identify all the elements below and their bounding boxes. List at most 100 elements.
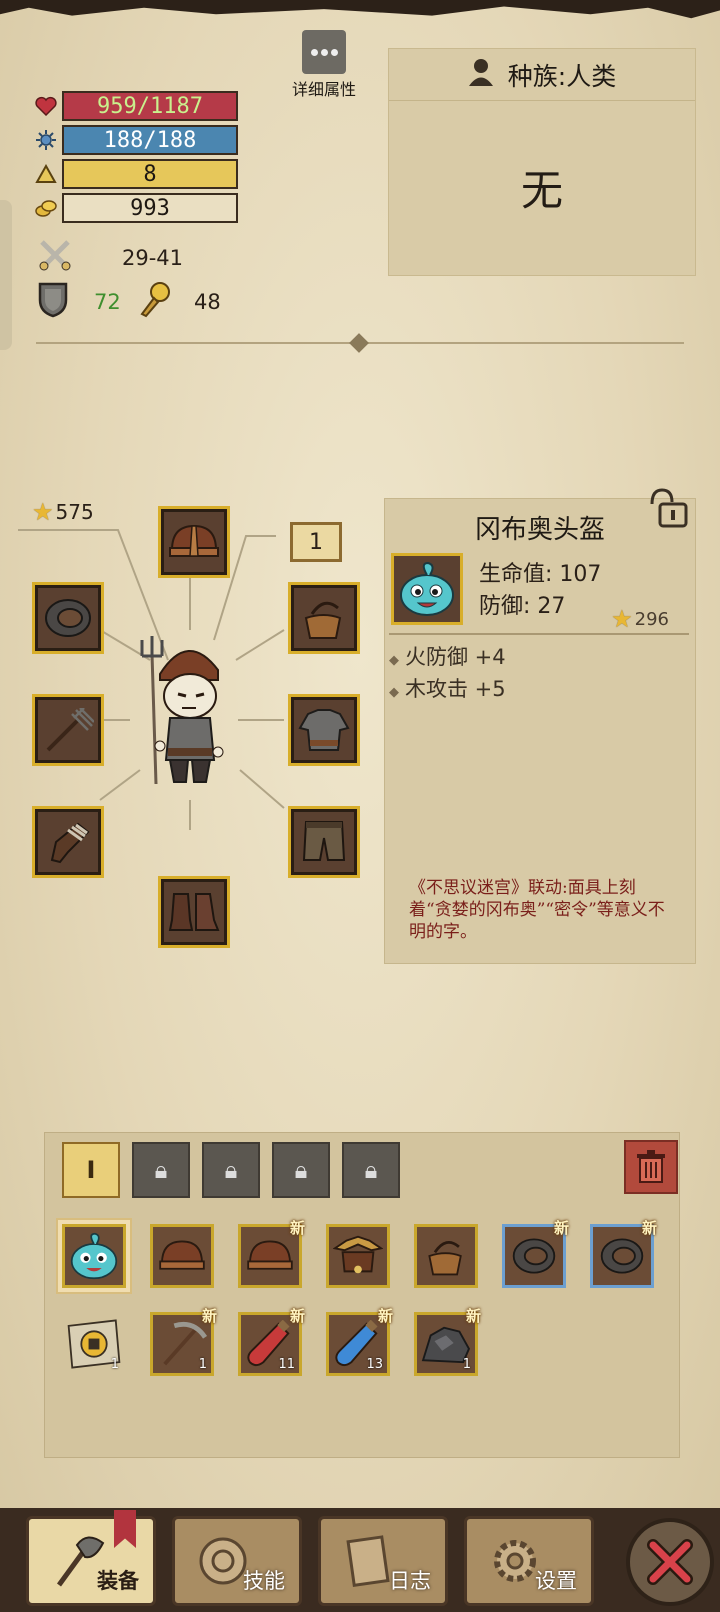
side-drawer-handle[interactable] (0, 200, 12, 350)
discard-button[interactable] (624, 1140, 678, 1194)
diamond-bullet-icon: ◆ (389, 653, 399, 668)
mana-icon (34, 128, 58, 152)
chainmail-icon (298, 709, 350, 751)
detail-attributes-button[interactable]: 详细属性 (284, 30, 364, 100)
item-affix-text: 木攻击 +5 (405, 677, 506, 701)
luck-charm-icon (138, 280, 174, 323)
detail-attributes-label: 详细属性 (291, 80, 356, 99)
axe-icon (56, 1536, 105, 1587)
glove-slot[interactable] (32, 806, 104, 878)
item-flavor-text: 《不思议迷宫》联动:面具上刻着“贪婪的冈布奥”“密令”等意义不明的字。 (409, 878, 665, 942)
inventory-item-scroll[interactable]: 1 (62, 1312, 126, 1376)
new-badge: 新 (289, 1219, 305, 1237)
item-count: 1 (462, 1357, 471, 1372)
pants-slot[interactable] (288, 806, 360, 878)
item-stats: 生命值: 107 防御: 27 (479, 559, 601, 623)
leather-helmet-icon (169, 524, 219, 557)
leather-pants-icon (302, 821, 346, 861)
crossed-swords-icon (36, 236, 74, 279)
item-detail-icon (391, 553, 463, 625)
inventory-page-tab-locked[interactable]: 🔒︎ (202, 1142, 260, 1198)
inventory-item-horned-helmet[interactable] (326, 1224, 390, 1288)
trash-icon (637, 1150, 665, 1183)
inventory-item-leather-helmet[interactable]: 新 (238, 1219, 305, 1288)
leather-helmet-icon (247, 1240, 293, 1270)
more-icon (302, 30, 346, 74)
item-detail-panel: 冈布奥头盔 生命值: 107 防御: 27 ★ 296 ◆ 火防御 +4 ◆ 木攻击… (384, 498, 696, 964)
padlock-icon: 🔒︎ (364, 1156, 378, 1184)
skill-rune-icon (199, 1537, 247, 1585)
inventory-item-pickaxe[interactable]: 1 新 (150, 1307, 217, 1376)
leather-helmet-icon (159, 1240, 205, 1270)
gold-bar: 993 (62, 193, 238, 223)
item-count: 11 (278, 1357, 295, 1372)
padlock-icon: 🔒︎ (294, 1156, 308, 1184)
item-stat-hp: 生命值: 107 (479, 562, 602, 587)
item-affix-text: 火防御 +4 (405, 645, 506, 669)
bandaged-glove-icon (50, 822, 90, 864)
iron-ring-icon (600, 1238, 644, 1274)
defense-stat: 72 (36, 280, 121, 323)
inventory-page-tab-locked[interactable]: 🔒︎ (132, 1142, 190, 1198)
padlock-icon: 🔒︎ (154, 1156, 168, 1184)
boots-slot[interactable] (158, 876, 230, 948)
item-affix: ◆ 木攻击 +5 (389, 673, 506, 703)
journal-icon (346, 1535, 390, 1587)
horned-helmet-icon (333, 1235, 383, 1274)
item-power: ★ 296 (611, 605, 669, 633)
ring-slot-left[interactable] (32, 582, 104, 654)
head-slot[interactable] (158, 506, 230, 578)
item-count: 13 (366, 1357, 383, 1372)
close-button[interactable] (626, 1518, 714, 1606)
leather-pouch-icon (304, 601, 342, 639)
inventory-item-gumball-mask[interactable] (62, 1224, 126, 1288)
equipment-set-level[interactable]: 1 (290, 522, 342, 562)
inventory-item-leather-pouch[interactable] (414, 1224, 478, 1288)
inventory-item-leather-helmet[interactable] (150, 1224, 214, 1288)
unlock-icon[interactable] (646, 488, 690, 528)
inventory-page-tab-locked[interactable]: 🔒︎ (272, 1142, 330, 1198)
gold-coins-icon (34, 196, 58, 220)
level-row: 8 (34, 158, 238, 190)
gear-icon (494, 1540, 536, 1582)
new-badge: 新 (289, 1307, 305, 1325)
heart-icon (34, 94, 58, 118)
new-badge: 新 (641, 1219, 657, 1237)
luck-value: 48 (194, 289, 221, 314)
level-triangle-icon (34, 162, 58, 186)
nav-log-button[interactable]: 日志 (318, 1516, 448, 1606)
amulet-slot[interactable] (288, 582, 360, 654)
diamond-bullet-icon: ◆ (389, 685, 399, 700)
weapon-slot[interactable] (32, 694, 104, 766)
gold-row: 993 (34, 192, 238, 224)
nav-equipment-button[interactable]: 装备 (26, 1516, 156, 1606)
mp-row: 188/188 (34, 124, 238, 156)
iron-ring-icon (512, 1238, 556, 1274)
inventory-item-red-potion[interactable]: 11 新 (238, 1307, 305, 1376)
equipment-power: ★ 575 (32, 498, 94, 526)
new-badge: 新 (201, 1307, 217, 1325)
inventory-item-ore[interactable]: 1 新 (414, 1307, 481, 1376)
inventory-page-tab-locked[interactable]: 🔒︎ (342, 1142, 400, 1198)
new-badge: 新 (465, 1307, 481, 1325)
item-affix: ◆ 火防御 +4 (389, 641, 506, 671)
new-badge: 新 (553, 1219, 569, 1237)
inventory-item-blue-potion[interactable]: 13 新 (326, 1307, 393, 1376)
equipment-power-value: 575 (55, 500, 94, 524)
inventory-page-tab-1[interactable]: I (62, 1142, 120, 1198)
race-panel: 种族:人类 无 (388, 48, 696, 276)
item-power-value: 296 (634, 608, 669, 630)
inventory-item-iron-ring[interactable]: 新 (502, 1219, 569, 1288)
luck-stat: 48 (138, 280, 221, 323)
padlock-icon: 🔒︎ (224, 1156, 238, 1184)
pitchfork-icon (46, 708, 94, 752)
new-badge: 新 (377, 1307, 393, 1325)
inventory-item-iron-ring[interactable]: 新 (590, 1219, 657, 1288)
item-count: 1 (110, 1357, 119, 1372)
armor-slot[interactable] (288, 694, 360, 766)
item-count: 1 (198, 1357, 207, 1372)
star-icon: ★ (32, 498, 54, 526)
nav-skills-button[interactable]: 技能 (172, 1516, 302, 1606)
race-header: 种族:人类 (389, 49, 695, 101)
nav-settings-button[interactable]: 设置 (464, 1516, 594, 1606)
